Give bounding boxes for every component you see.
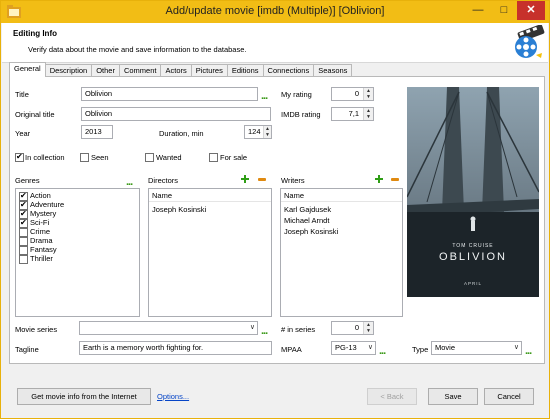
minimize-button[interactable]: — <box>465 1 491 20</box>
in-collection-checkbox[interactable] <box>15 152 24 162</box>
seen-checkbox[interactable] <box>80 153 89 162</box>
imdb-rating-value: 7,1 <box>348 109 359 118</box>
poster-artwork: TOM CRUISE OBLIVION APRIL <box>407 87 539 297</box>
genre-thriller-label: Thriller <box>30 254 53 263</box>
add-director-icon[interactable] <box>241 175 249 183</box>
close-button[interactable]: ✕ <box>517 1 545 20</box>
original-title-label: Original title <box>15 110 55 119</box>
genres-label: Genres <box>15 176 40 185</box>
type-dropdown[interactable]: Movie ∨ <box>431 341 522 355</box>
movie-poster-image[interactable]: TOM CRUISE OBLIVION APRIL <box>407 87 539 297</box>
header-panel: Editing Info Verify data about the movie… <box>2 23 548 63</box>
title-field[interactable]: Oblivion <box>81 87 258 101</box>
writer-item[interactable]: Joseph Kosinski <box>284 227 338 237</box>
duration-label: Duration, min <box>159 129 204 138</box>
seen-label: Seen <box>91 153 109 162</box>
year-field[interactable]: 2013 <box>81 125 113 139</box>
imdb-rating-spinner[interactable]: 7,1 ▲ ▼ <box>331 107 374 121</box>
movie-series-dropdown[interactable]: ∨ <box>79 321 258 335</box>
genre-crime-checkbox[interactable] <box>19 228 28 237</box>
mpaa-label: MPAA <box>281 345 302 354</box>
writers-label: Writers <box>281 176 305 185</box>
film-reel-icon <box>515 25 545 58</box>
tagline-field[interactable]: Earth is a memory worth fighting for. <box>79 341 272 355</box>
imdb-rating-label: IMDB rating <box>281 110 321 119</box>
duration-spinner[interactable]: 124 ▲ ▼ <box>244 125 272 139</box>
directors-name-column-header[interactable]: Name <box>149 189 271 202</box>
genres-more-button[interactable]: ... <box>126 177 133 188</box>
title-label: Title <box>15 90 29 99</box>
genre-scifi-checkbox[interactable] <box>19 218 28 228</box>
year-label: Year <box>15 129 31 138</box>
save-button[interactable]: Save <box>428 388 478 405</box>
movie-series-label: Movie series <box>15 325 58 334</box>
header-title: Editing Info <box>13 29 57 38</box>
genre-thriller-checkbox[interactable] <box>19 255 28 264</box>
remove-director-icon[interactable] <box>258 175 266 183</box>
my-rating-label: My rating <box>281 90 312 99</box>
chevron-down-icon: ∨ <box>513 344 519 351</box>
tab-strip: General Description Other Comment Actors… <box>9 62 353 77</box>
num-in-series-spinner[interactable]: 0 ▲ ▼ <box>331 321 374 335</box>
for-sale-label: For sale <box>220 153 248 162</box>
poster-title: OBLIVION <box>439 251 507 263</box>
options-link[interactable]: Options... <box>157 392 189 401</box>
get-movie-info-button[interactable]: Get movie info from the Internet <box>17 388 151 405</box>
genres-list[interactable]: Action Adventure Mystery Sci-Fi Crime Dr… <box>15 188 140 317</box>
poster-release-month: APRIL <box>464 281 482 286</box>
writer-item[interactable]: Michael Arndt <box>284 216 329 226</box>
duration-value: 124 <box>248 127 261 136</box>
dialog-window: Add/update movie [imdb (Multiple)] [Obli… <box>0 0 550 419</box>
directors-list[interactable]: Name Joseph Kosinski <box>148 188 272 317</box>
chevron-down-icon: ∨ <box>249 324 255 331</box>
genre-drama-checkbox[interactable] <box>19 237 28 246</box>
type-label: Type <box>412 345 429 354</box>
remove-writer-icon[interactable] <box>391 175 399 183</box>
tagline-label: Tagline <box>15 345 39 354</box>
type-more-button[interactable]: ... <box>525 346 532 357</box>
title-bar[interactable]: Add/update movie [imdb (Multiple)] [Obli… <box>1 1 549 23</box>
wanted-checkbox[interactable] <box>145 153 154 162</box>
mpaa-more-button[interactable]: ... <box>379 346 386 357</box>
num-in-series-value: 0 <box>354 323 359 332</box>
duration-spin-buttons[interactable]: ▲ ▼ <box>263 126 271 138</box>
add-writer-icon[interactable] <box>375 175 383 183</box>
mpaa-value: PG-13 <box>335 343 357 352</box>
mpaa-dropdown[interactable]: PG-13 ∨ <box>331 341 376 355</box>
in-collection-label: In collection <box>25 153 65 162</box>
maximize-button[interactable]: □ <box>491 1 517 20</box>
type-value: Movie <box>435 343 456 352</box>
imdb-rating-spin-buttons[interactable]: ▲ ▼ <box>363 108 373 120</box>
wanted-label: Wanted <box>156 153 182 162</box>
genre-fantasy-checkbox[interactable] <box>19 246 28 255</box>
tab-general[interactable]: General <box>9 62 46 77</box>
my-rating-spinner[interactable]: 0 ▲ ▼ <box>331 87 374 101</box>
chevron-down-icon: ∨ <box>367 344 373 351</box>
cancel-button[interactable]: Cancel <box>484 388 534 405</box>
writers-name-column-header[interactable]: Name <box>281 189 402 202</box>
num-in-series-label: # in series <box>281 325 316 334</box>
for-sale-checkbox[interactable] <box>209 153 218 162</box>
my-rating-value: 0 <box>354 89 359 98</box>
directors-label: Directors <box>148 176 179 185</box>
director-item[interactable]: Joseph Kosinski <box>152 205 206 215</box>
back-button[interactable]: < Back <box>367 388 417 405</box>
title-more-button[interactable]: ... <box>261 91 268 102</box>
original-title-field[interactable]: Oblivion <box>81 107 271 121</box>
header-subtitle: Verify data about the movie and save inf… <box>28 45 247 54</box>
my-rating-spin-buttons[interactable]: ▲ ▼ <box>363 88 373 100</box>
writer-item[interactable]: Karl Gajdusek <box>284 205 331 215</box>
num-in-series-spin-buttons[interactable]: ▲ ▼ <box>363 322 373 334</box>
movie-series-more-button[interactable]: ... <box>261 326 268 337</box>
writers-list[interactable]: Name Karl Gajdusek Michael Arndt Joseph … <box>280 188 403 317</box>
poster-actor-name: TOM CRUISE <box>452 243 493 249</box>
